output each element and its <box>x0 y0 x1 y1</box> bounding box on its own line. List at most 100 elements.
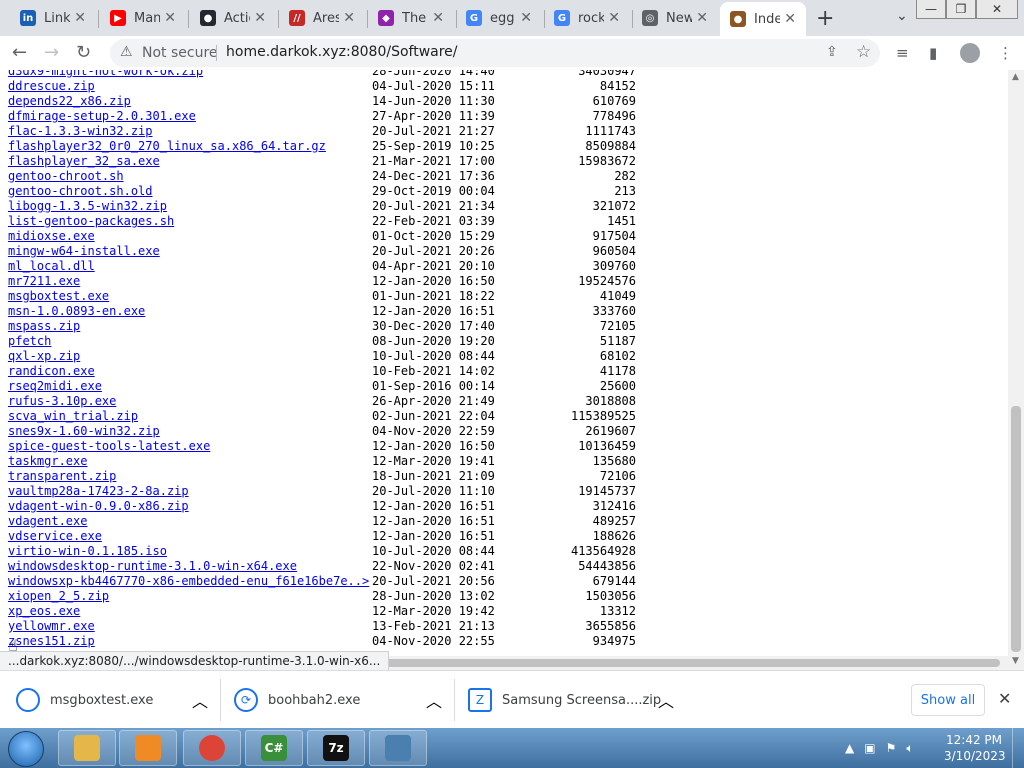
profile-avatar[interactable] <box>960 43 980 63</box>
tab-3[interactable]: // Ares ✕ <box>279 4 365 32</box>
file-link[interactable]: transparent.zip <box>8 469 116 484</box>
tab-7[interactable]: ◎ New ✕ <box>632 4 718 32</box>
scrollbar-thumb[interactable] <box>1011 406 1021 652</box>
chrome-taskbar-button[interactable] <box>183 730 241 766</box>
file-link[interactable]: dfmirage-setup-2.0.301.exe <box>8 109 196 124</box>
back-arrow-icon[interactable]: ← <box>12 42 27 63</box>
close-icon[interactable]: ✕ <box>998 689 1011 708</box>
bookmark-star-icon[interactable]: ☆ <box>856 42 871 62</box>
tab-6[interactable]: Grock ✕ <box>544 4 630 32</box>
tab-close-icon[interactable]: ✕ <box>608 10 620 26</box>
address-bar[interactable]: ⚠ Not secure home.darkok.xyz:8080/Softwa… <box>110 39 880 67</box>
volume-icon[interactable]: 🔈︎ <box>906 741 913 756</box>
url-text[interactable]: home.darkok.xyz:8080/Software/ <box>226 44 458 60</box>
file-link[interactable]: midioxse.exe <box>8 229 95 244</box>
file-link[interactable]: yellowmr.exe <box>8 619 95 634</box>
file-link[interactable]: xiopen_2_5.zip <box>8 589 109 604</box>
file-link[interactable]: randicon.exe <box>8 364 95 379</box>
tab-0[interactable]: in Link ✕ <box>10 4 96 32</box>
tab-8[interactable]: ● Inde ✕ <box>720 2 806 36</box>
explorer-taskbar-button[interactable] <box>58 730 116 766</box>
network-icon[interactable]: ▣ <box>864 741 875 755</box>
file-link[interactable]: vdagent.exe <box>8 514 87 529</box>
file-link[interactable]: virtio-win-0.1.185.iso <box>8 544 167 559</box>
start-button[interactable] <box>8 731 44 767</box>
file-link[interactable]: flashplayer_32_sa.exe <box>8 154 160 169</box>
file-link[interactable]: xp_eos.exe <box>8 604 80 619</box>
file-link[interactable]: qxl-xp.zip <box>8 349 80 364</box>
tab-5[interactable]: Gegg ✕ <box>456 4 542 32</box>
chevron-up-icon[interactable]: ︿ <box>426 671 442 729</box>
security-label[interactable]: Not secure <box>142 45 218 61</box>
file-link[interactable]: windowsdesktop-runtime-3.1.0-win-x64.exe <box>8 559 297 574</box>
file-link[interactable]: flac-1.3.3-win32.zip <box>8 124 153 139</box>
csharp-taskbar-button[interactable]: C# <box>245 730 303 766</box>
file-link[interactable]: d3dx9-might-not-work-ok.zip <box>8 70 203 79</box>
media-player-taskbar-button[interactable] <box>119 730 177 766</box>
file-link[interactable]: rseq2midi.exe <box>8 379 102 394</box>
file-link[interactable]: depends22_x86.zip <box>8 94 131 109</box>
file-link[interactable]: gentoo-chroot.sh.old <box>8 184 153 199</box>
7zip-taskbar-button[interactable]: 7z <box>307 730 365 766</box>
forward-arrow-icon[interactable]: → <box>44 42 59 63</box>
file-link[interactable]: libogg-1.3.5-win32.zip <box>8 199 167 214</box>
scroll-up-icon[interactable]: ▲ <box>1012 72 1019 82</box>
close-window-button[interactable]: ✕ <box>976 0 1018 19</box>
tab-close-icon[interactable]: ✕ <box>74 10 86 26</box>
tab-close-icon[interactable]: ✕ <box>784 11 796 27</box>
tab-close-icon[interactable]: ✕ <box>254 10 266 26</box>
minimize-button[interactable]: — <box>916 0 946 19</box>
action-center-icon[interactable]: ⚑ <box>886 741 897 755</box>
tab-close-icon[interactable]: ✕ <box>164 10 176 26</box>
warning-icon[interactable]: ⚠ <box>120 44 133 60</box>
file-link[interactable]: pfetch <box>8 334 51 349</box>
chevron-up-icon[interactable]: ︿ <box>658 671 674 729</box>
chevron-up-icon[interactable]: ︿ <box>192 671 208 729</box>
file-link[interactable]: windowsxp-kb4467770-x86-embedded-enu_f61… <box>8 574 369 589</box>
file-link[interactable]: mspass.zip <box>8 319 80 334</box>
file-link[interactable]: mr7211.exe <box>8 274 80 289</box>
tab-1[interactable]: ▶ Man ✕ <box>100 4 186 32</box>
tab-close-icon[interactable]: ✕ <box>696 10 708 26</box>
reload-icon[interactable]: ↻ <box>76 42 91 63</box>
file-link[interactable]: spice-guest-tools-latest.exe <box>8 439 210 454</box>
tab-close-icon[interactable]: ✕ <box>343 10 355 26</box>
scroll-down-icon[interactable]: ▼ <box>1012 656 1019 666</box>
vertical-scrollbar[interactable]: ▲ ▼ <box>1008 70 1024 670</box>
file-link[interactable]: ml_local.dll <box>8 259 95 274</box>
remote-desktop-taskbar-button[interactable] <box>369 730 427 766</box>
file-link[interactable]: scva_win_trial.zip <box>8 409 138 424</box>
new-tab-button[interactable]: + <box>816 6 834 31</box>
show-desktop-button[interactable] <box>1012 728 1024 768</box>
file-link[interactable]: vaultmp28a-17423-2-8a.zip <box>8 484 189 499</box>
show-all-button[interactable]: Show all <box>911 684 985 716</box>
show-hidden-icons-icon[interactable]: ▲ <box>845 741 854 755</box>
tab-close-icon[interactable]: ✕ <box>432 10 444 26</box>
file-link[interactable]: msn-1.0.0893-en.exe <box>8 304 145 319</box>
file-link[interactable]: rufus-3.10p.exe <box>8 394 116 409</box>
reading-list-icon[interactable]: ≡ <box>896 44 909 62</box>
side-panel-icon[interactable]: ▮ <box>929 44 937 62</box>
download-item[interactable]: msgboxtest.exe <box>16 671 153 729</box>
tab-close-icon[interactable]: ✕ <box>520 10 532 26</box>
clock[interactable]: 12:42 PM 3/10/2023 <box>944 732 1006 764</box>
file-link[interactable]: taskmgr.exe <box>8 454 87 469</box>
file-link[interactable]: gentoo-chroot.sh <box>8 169 124 184</box>
tab-4[interactable]: ◆ The ✕ <box>368 4 454 32</box>
tab-2[interactable]: ● Actio✕ <box>190 4 276 32</box>
tab-search-icon[interactable]: ⌄ <box>896 8 908 24</box>
file-link[interactable]: vdservice.exe <box>8 529 102 544</box>
file-link[interactable]: msgboxtest.exe <box>8 289 109 304</box>
file-link[interactable]: flashplayer32_0r0_270_linux_sa.x86_64.ta… <box>8 139 326 154</box>
download-item[interactable]: Z Samsung Screensa....zip <box>468 671 661 729</box>
file-link[interactable]: snes9x-1.60-win32.zip <box>8 424 160 439</box>
file-link[interactable]: ddrescue.zip <box>8 79 95 94</box>
download-item[interactable]: ⟳ boohbah2.exe <box>234 671 360 729</box>
menu-kebab-icon[interactable]: ⋮ <box>998 44 1013 62</box>
file-link[interactable]: zsnes151.zip <box>8 634 95 649</box>
restore-button[interactable]: ❐ <box>946 0 976 19</box>
file-link[interactable]: mingw-w64-install.exe <box>8 244 160 259</box>
file-link[interactable]: list-gentoo-packages.sh <box>8 214 174 229</box>
file-link[interactable]: vdagent-win-0.9.0-x86.zip <box>8 499 189 514</box>
share-icon[interactable]: ⇪ <box>826 44 838 60</box>
